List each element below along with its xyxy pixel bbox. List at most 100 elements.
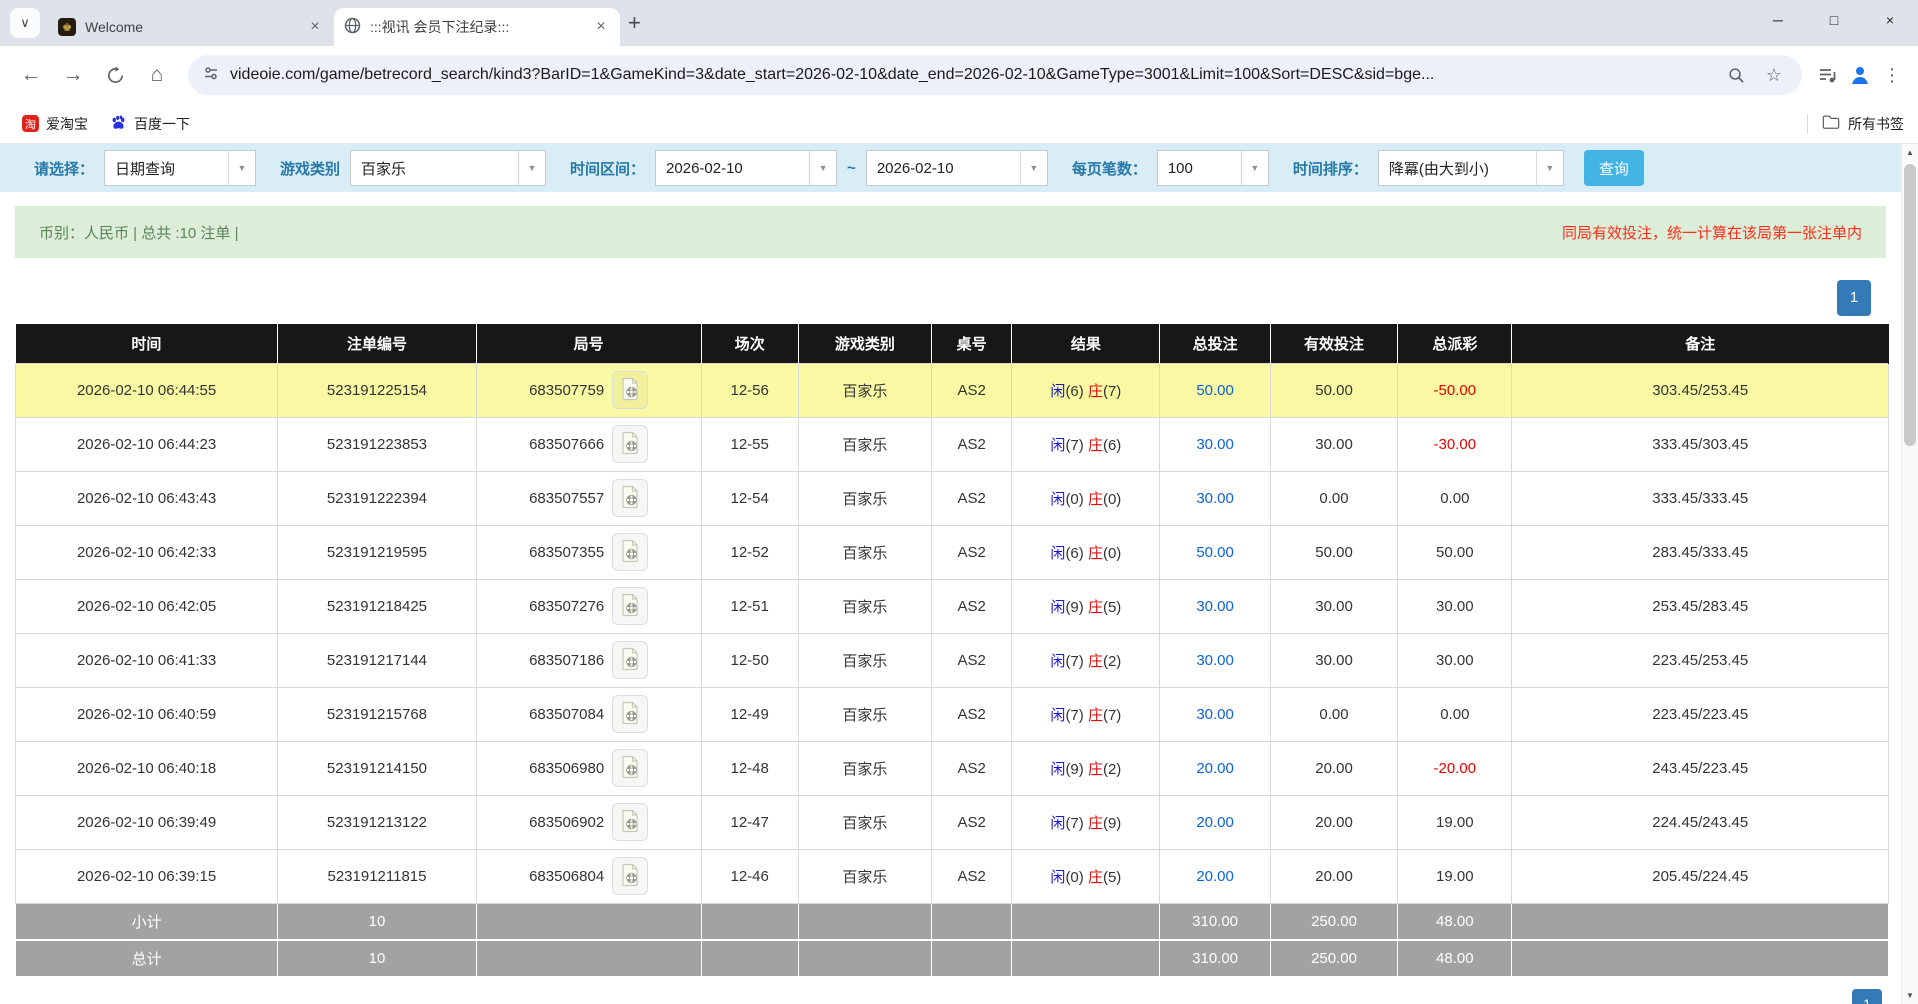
maximize-button[interactable]: □ [1806,0,1862,40]
globe-icon [344,17,361,37]
new-tab-button[interactable]: + [628,10,641,36]
home-button[interactable]: ⌂ [138,56,176,94]
cell-session: 12-46 [701,849,798,903]
round-wrap: 683507557 [477,479,701,517]
video-record-button[interactable] [612,695,648,733]
cell-bet-id: 523191222394 [278,471,477,525]
per-page-select[interactable]: 100 ▼ [1157,150,1269,186]
column-header: 时间 [16,324,278,363]
grandtotal-row: 总计10310.00250.0048.00 [16,940,1889,977]
grandtotal-row-cell-3 [701,940,798,977]
cell-time: 2026-02-10 06:40:18 [16,741,278,795]
cell-time: 2026-02-10 06:39:49 [16,795,278,849]
sort-select[interactable]: 降冪(由大到小) ▼ [1378,150,1564,186]
film-document-icon [620,485,640,512]
back-button[interactable]: ← [12,56,50,94]
scrollbar-thumb[interactable] [1904,164,1916,446]
player-label: 闲 [1050,707,1065,724]
tab-betrecord[interactable]: :::视讯 会员下注纪录::: × [334,8,620,46]
cell-valid-bet: 20.00 [1270,741,1397,795]
cell-valid-bet: 0.00 [1270,687,1397,741]
url-bar[interactable]: videoie.com/game/betrecord_search/kind3?… [188,55,1802,95]
minimize-button[interactable]: ─ [1750,0,1806,40]
taobao-icon: 淘 [22,115,39,132]
cell-session: 12-47 [701,795,798,849]
bookmark-taobao[interactable]: 淘 爱淘宝 [14,110,96,138]
close-tab-icon[interactable]: × [592,18,610,36]
close-tab-icon[interactable]: × [306,18,324,36]
scroll-up-icon[interactable]: ▲ [1902,144,1918,161]
bookmark-star-icon[interactable]: ☆ [1760,61,1788,89]
page-scrollbar[interactable]: ▲ ▼ [1901,144,1918,1004]
all-bookmarks-button[interactable]: 所有书签 [1848,114,1904,134]
game-kind-select[interactable]: 百家乐 ▼ [350,150,546,186]
scroll-down-icon[interactable]: ▼ [1902,987,1918,1004]
browser-menu-icon[interactable]: ⋮ [1878,61,1906,89]
cell-session: 12-54 [701,471,798,525]
subtotal-row-cell-9: 48.00 [1398,903,1512,940]
video-record-button[interactable] [612,479,648,517]
tab-search-button[interactable]: ∨ [10,8,40,38]
video-record-button[interactable] [612,371,648,409]
video-record-button[interactable] [612,533,648,571]
profile-avatar[interactable] [1846,61,1874,89]
reload-button[interactable] [96,56,134,94]
column-header: 游戏类别 [798,324,931,363]
cell-total-bet: 30.00 [1160,417,1271,471]
page-number-button[interactable]: 1 [1837,280,1871,316]
chevron-down-icon: ▼ [809,151,836,185]
media-playlist-icon[interactable] [1814,61,1842,89]
site-settings-icon[interactable] [202,64,220,86]
player-label: 闲 [1050,599,1065,616]
zoom-icon[interactable] [1722,61,1750,89]
video-record-button[interactable] [612,425,648,463]
date-end-select[interactable]: 2026-02-10 ▼ [866,150,1048,186]
table-header-row: 时间注单编号局号场次游戏类别桌号结果总投注有效投注总派彩备注 [16,324,1889,363]
video-record-button[interactable] [612,749,648,787]
cell-payout: -50.00 [1398,363,1512,417]
page-number-button-bottom[interactable]: 1 [1852,989,1882,1004]
cell-payout: -20.00 [1398,741,1512,795]
chevron-down-icon: ▼ [1536,151,1563,185]
video-record-button[interactable] [612,803,648,841]
cell-total-bet: 30.00 [1160,471,1271,525]
total-bet-value: 30.00 [1196,436,1234,453]
cell-round-id: 683507666 [476,417,701,471]
filter-bar: 请选择： 日期查询 ▼ 游戏类别 百家乐 ▼ 时间区间： 2026-02-10 … [0,144,1901,192]
cell-valid-bet: 20.00 [1270,795,1397,849]
close-window-button[interactable]: × [1862,0,1918,40]
video-record-button[interactable] [612,587,648,625]
bookmark-baidu[interactable]: 百度一下 [102,110,198,138]
table-row: 2026-02-10 06:42:33523191219595683507355… [16,525,1889,579]
tab-welcome[interactable]: ♚ Welcome × [48,8,334,46]
video-record-button[interactable] [612,641,648,679]
subtotal-row-cell-10 [1512,903,1889,940]
date-start-select[interactable]: 2026-02-10 ▼ [655,150,837,186]
cell-valid-bet: 0.00 [1270,471,1397,525]
cell-time: 2026-02-10 06:39:15 [16,849,278,903]
cell-result: 闲(6) 庄(0) [1012,525,1160,579]
subtotal-row: 小计10310.00250.0048.00 [16,903,1889,940]
column-header: 结果 [1012,324,1160,363]
search-button[interactable]: 查询 [1584,150,1644,186]
cell-bet-id: 523191225154 [278,363,477,417]
cell-valid-bet: 50.00 [1270,525,1397,579]
grandtotal-row-cell-4 [798,940,931,977]
cell-payout: -30.00 [1398,417,1512,471]
url-text[interactable]: videoie.com/game/betrecord_search/kind3?… [230,66,1712,84]
cell-table-no: AS2 [931,417,1012,471]
valid-bet-notice-text: 同局有效投注，统一计算在该局第一张注单内 [1562,222,1862,243]
table-row: 2026-02-10 06:44:23523191223853683507666… [16,417,1889,471]
player-label: 闲 [1050,869,1065,886]
chevron-down-icon: ∨ [20,15,30,31]
total-bet-value: 30.00 [1196,652,1234,669]
forward-button[interactable]: → [54,56,92,94]
query-type-select[interactable]: 日期查询 ▼ [104,150,256,186]
per-page-label: 每页笔数： [1072,158,1147,179]
film-document-icon [620,647,640,674]
grandtotal-row-cell-8: 250.00 [1270,940,1397,977]
sort-label: 时间排序： [1293,158,1368,179]
payout-value: -20.00 [1434,760,1477,777]
video-record-button[interactable] [612,857,648,895]
grandtotal-row-cell-5 [931,940,1012,977]
